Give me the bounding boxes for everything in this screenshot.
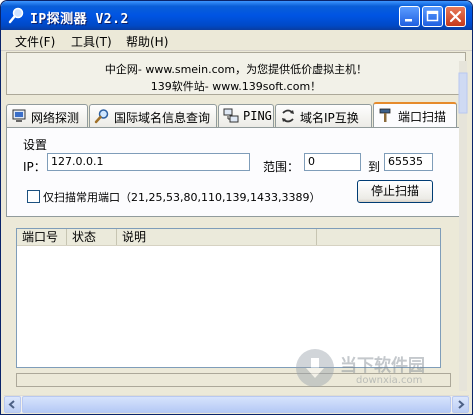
scroll-thumb[interactable] xyxy=(22,396,451,413)
menu-file[interactable]: 文件(F) xyxy=(15,33,55,50)
window-title: IP探测器 V2.2 xyxy=(30,12,129,27)
arrow-down-icon xyxy=(306,358,324,378)
common-ports-checkbox[interactable] xyxy=(27,190,40,203)
tab-label: 国际域名信息查询 xyxy=(114,111,211,125)
tab-label: 域名IP互换 xyxy=(300,111,359,125)
minimize-button[interactable] xyxy=(399,6,420,27)
scroll-left-button[interactable] xyxy=(4,396,21,413)
ad-banner: 中企网- www.smein.com，为您提供低价虚拟主机！ 139软件站- w… xyxy=(6,52,466,95)
tab-domain-whois[interactable]: 国际域名信息查询 xyxy=(89,104,217,127)
computer-icon xyxy=(12,109,26,122)
network-icon xyxy=(223,108,239,123)
column-description[interactable]: 说明 xyxy=(117,229,317,245)
tab-ping[interactable]: PING xyxy=(218,104,274,127)
arrow-left-icon xyxy=(8,400,15,409)
vertical-scrollbar[interactable] xyxy=(458,61,468,391)
menu-help[interactable]: 帮助(H) xyxy=(126,33,168,50)
menu-tools[interactable]: 工具(T) xyxy=(71,33,112,50)
maximize-button[interactable] xyxy=(422,6,443,27)
download-arrow-icon xyxy=(296,349,334,387)
banner-line-1[interactable]: 中企网- www.smein.com，为您提供低价虚拟主机！ xyxy=(7,61,465,77)
tab-label: 端口扫描 xyxy=(398,110,447,124)
title-bar[interactable]: IP探测器 V2.2 xyxy=(1,1,472,30)
stop-scan-button[interactable]: 停止扫描 xyxy=(357,180,433,203)
watermark-text: 当下软件园 xyxy=(340,356,425,376)
app-window: IP探测器 V2.2 文件(F) 工具(T) 帮助(H) 中企网- www.sm… xyxy=(0,0,473,415)
watermark: 当下软件园 downxia.com xyxy=(296,349,466,399)
banner-line-2[interactable]: 139软件站- www.139soft.com！ xyxy=(7,78,465,94)
menu-bar: 文件(F) 工具(T) 帮助(H) xyxy=(1,30,472,51)
range-to-label: 到 xyxy=(368,160,381,174)
results-list[interactable]: 端口号 状态 说明 xyxy=(16,228,441,368)
close-button[interactable] xyxy=(445,6,466,27)
arrow-right-icon xyxy=(458,400,465,409)
hammer-icon xyxy=(379,108,391,122)
range-to-input[interactable]: 65535 xyxy=(384,153,433,171)
settings-group-title: 设置 xyxy=(23,138,48,152)
magnifier-app-icon xyxy=(8,7,24,24)
maximize-icon xyxy=(426,10,439,22)
settings-panel: 设置 IP： 127.0.0.1 范围： 0 到 65535 仅扫描常用端口（2… xyxy=(6,127,466,217)
range-label: 范围： xyxy=(263,160,300,174)
ip-input[interactable]: 127.0.0.1 xyxy=(47,153,250,171)
ip-label: IP： xyxy=(23,160,46,174)
scroll-right-button[interactable] xyxy=(452,396,469,413)
tab-label: PING xyxy=(243,109,272,123)
horizontal-scrollbar[interactable] xyxy=(4,395,469,413)
scrollbar-track-icon xyxy=(458,61,468,391)
tab-domain-ip-convert[interactable]: 域名IP互换 xyxy=(275,104,372,127)
magnifier-icon xyxy=(94,109,109,124)
tab-port-scan[interactable]: 端口扫描 xyxy=(373,102,457,127)
tab-strip: 网络探测 国际域名信息查询 PING 域名IP互换 端口扫描 xyxy=(6,102,466,128)
column-status[interactable]: 状态 xyxy=(67,229,117,245)
watermark-sub: downxia.com xyxy=(356,375,423,386)
close-icon xyxy=(449,10,462,23)
swap-icon xyxy=(282,109,294,123)
tab-network-detect[interactable]: 网络探测 xyxy=(6,104,88,127)
minimize-icon xyxy=(405,19,412,22)
range-from-input[interactable]: 0 xyxy=(304,153,361,171)
column-port[interactable]: 端口号 xyxy=(17,229,67,245)
tab-label: 网络探测 xyxy=(31,111,80,125)
results-header: 端口号 状态 说明 xyxy=(17,229,440,246)
common-ports-label[interactable]: 仅扫描常用端口（21,25,53,80,110,139,1433,3389） xyxy=(43,189,320,205)
